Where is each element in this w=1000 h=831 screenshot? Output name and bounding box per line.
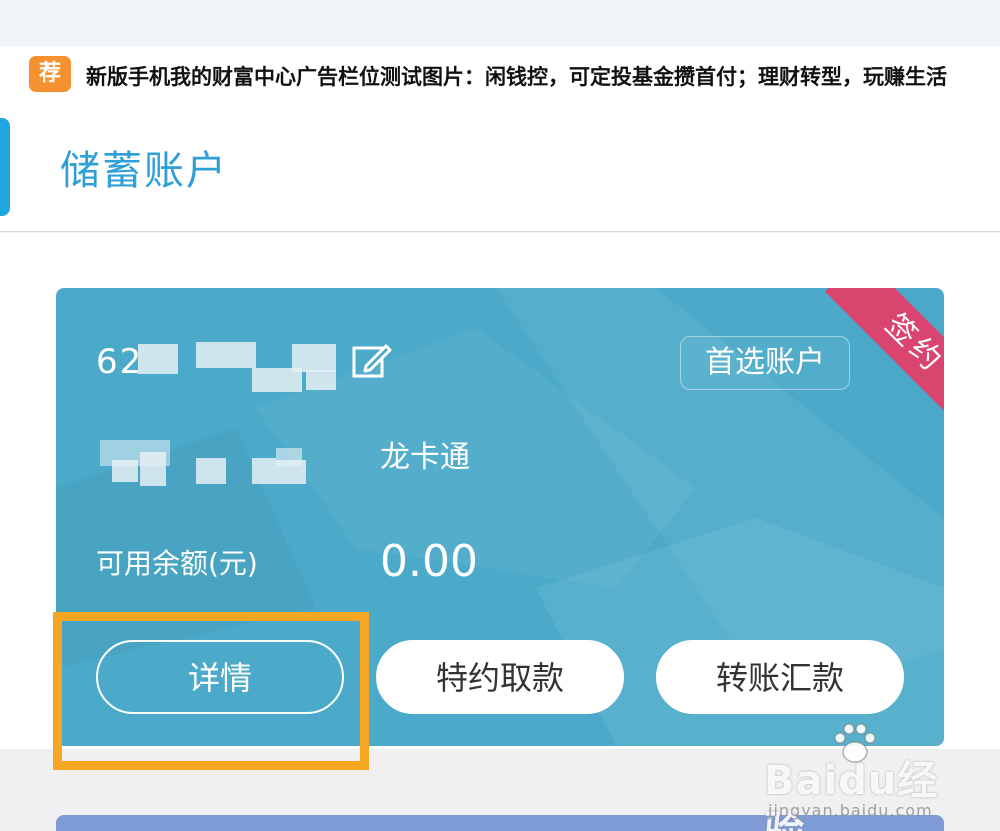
top-status-bar xyxy=(0,0,1000,46)
available-balance-value: 0.00 xyxy=(380,536,478,587)
special-withdrawal-button[interactable]: 特约取款 xyxy=(376,640,624,714)
edit-icon[interactable] xyxy=(350,340,392,382)
preferred-account-badge: 首选账户 xyxy=(680,336,850,390)
details-button[interactable]: 详情 xyxy=(96,640,344,714)
card-type-label: 龙卡通 xyxy=(380,440,470,475)
section-indicator xyxy=(0,118,10,216)
available-balance-label: 可用余额(元) xyxy=(96,547,258,580)
recommend-badge: 荐 xyxy=(29,56,71,92)
savings-account-card: 签约 62 首选账户 龙卡通 可用余额(元) 0.00 详情 特约取款 转账汇款 xyxy=(56,288,944,746)
account-number: 62 xyxy=(96,342,144,382)
section-title: 储蓄账户 xyxy=(60,148,228,194)
watermark-brand: Baidu经验 xyxy=(764,758,939,831)
watermark-url: jingyan.baidu.com xyxy=(768,801,933,820)
transfer-button[interactable]: 转账汇款 xyxy=(656,640,904,714)
baidu-jingyan-watermark: Baidu经验 jingyan.baidu.com xyxy=(764,720,964,831)
ad-banner-text[interactable]: 新版手机我的财富中心广告栏位测试图片：闲钱控，可定投基金攒首付；理财转型，玩赚生… xyxy=(86,60,991,94)
